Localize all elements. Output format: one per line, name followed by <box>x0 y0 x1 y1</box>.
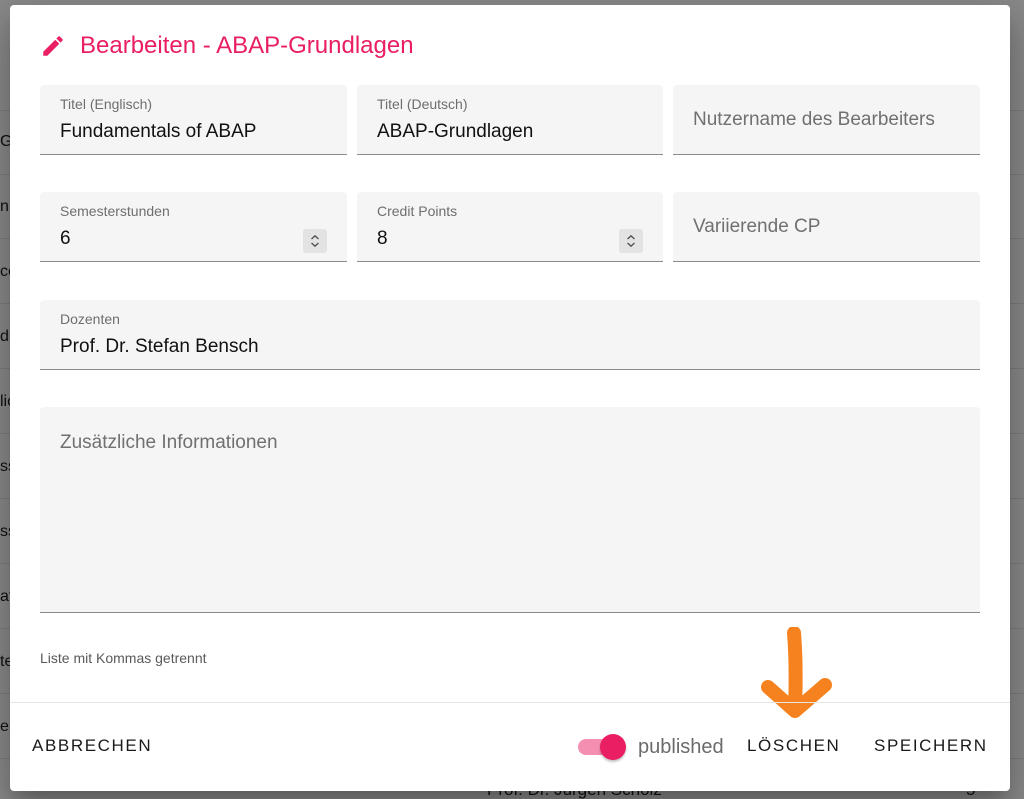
credit-points-value[interactable]: 8 <box>377 228 388 250</box>
edit-dialog: Bearbeiten - ABAP-Grundlagen Titel (Engl… <box>10 5 1010 791</box>
credit-points-label: Credit Points <box>377 203 458 219</box>
title-de-value[interactable]: ABAP-Grundlagen <box>377 121 533 143</box>
lecturers-field[interactable]: Dozenten Prof. Dr. Stefan Bensch <box>40 300 980 370</box>
stepper-arrows-icon <box>627 234 635 248</box>
varying-cp-placeholder: Variierende CP <box>693 216 821 237</box>
title-en-value[interactable]: Fundamentals of ABAP <box>60 121 256 143</box>
credit-points-stepper[interactable] <box>619 229 643 253</box>
title-de-label: Titel (Deutsch) <box>377 96 468 112</box>
credit-points-field[interactable]: Credit Points 8 <box>357 192 663 262</box>
semester-hours-label: Semesterstunden <box>60 203 170 219</box>
lecturers-hint: Liste mit Kommas getrennt <box>40 650 207 666</box>
editor-username-placeholder: Nutzername des Bearbeiters <box>693 109 935 130</box>
cancel-button[interactable]: ABBRECHEN <box>32 736 152 756</box>
pencil-icon <box>40 33 66 59</box>
title-en-field[interactable]: Titel (Englisch) Fundamentals of ABAP <box>40 85 347 155</box>
title-de-field[interactable]: Titel (Deutsch) ABAP-Grundlagen <box>357 85 663 155</box>
semester-hours-value[interactable]: 6 <box>60 228 71 250</box>
toggle-thumb <box>600 734 626 760</box>
editor-username-field[interactable]: Nutzername des Bearbeiters <box>673 85 980 155</box>
title-en-label: Titel (Englisch) <box>60 96 153 112</box>
delete-button[interactable]: LÖSCHEN <box>747 736 840 756</box>
semester-hours-field[interactable]: Semesterstunden 6 <box>40 192 347 262</box>
dialog-title-text: Bearbeiten - ABAP-Grundlagen <box>80 32 414 59</box>
dialog-actions: ABBRECHEN published LÖSCHEN SPEICHERN <box>10 702 1010 791</box>
save-button[interactable]: SPEICHERN <box>874 736 988 756</box>
dialog-title: Bearbeiten - ABAP-Grundlagen <box>40 31 414 61</box>
lecturers-value[interactable]: Prof. Dr. Stefan Bensch <box>60 336 259 358</box>
additional-info-placeholder: Zusätzliche Informationen <box>60 432 278 453</box>
lecturers-label: Dozenten <box>60 311 120 327</box>
semester-hours-stepper[interactable] <box>303 229 327 253</box>
published-toggle[interactable] <box>578 734 628 760</box>
published-label[interactable]: published <box>638 736 724 759</box>
varying-cp-field[interactable]: Variierende CP <box>673 192 980 262</box>
additional-info-textarea[interactable]: Zusätzliche Informationen <box>40 407 980 613</box>
stepper-arrows-icon <box>311 234 319 248</box>
